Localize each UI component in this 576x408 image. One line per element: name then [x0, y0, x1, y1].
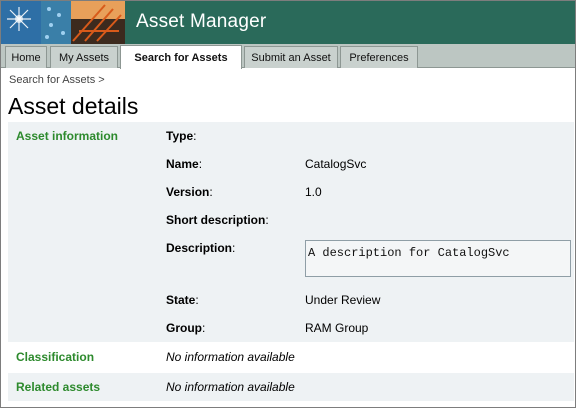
- breadcrumb-link-search-for-assets[interactable]: Search for Assets: [9, 74, 95, 86]
- classification-panel: Classification No information available: [8, 345, 574, 370]
- tab-home-label: Home: [11, 51, 41, 64]
- app-header: Asset Manager: [1, 1, 575, 44]
- state-label: State:: [166, 293, 199, 307]
- breadcrumb: Search for Assets >: [9, 74, 105, 86]
- group-label: Group:: [166, 321, 206, 335]
- tab-submit-an-asset[interactable]: Submit an Asset: [244, 46, 338, 68]
- related-assets-panel: Related assets No information available: [8, 373, 574, 401]
- tab-submit-an-asset-label: Submit an Asset: [251, 51, 331, 64]
- breadcrumb-separator: >: [98, 74, 105, 86]
- version-label: Version:: [166, 185, 213, 199]
- tab-search-for-assets-label: Search for Assets: [134, 51, 228, 64]
- main-nav: Home My Assets Search for Assets Submit …: [1, 44, 575, 69]
- description-label: Description:: [166, 241, 236, 255]
- tab-my-assets-label: My Assets: [58, 51, 110, 64]
- tab-preferences-label: Preferences: [349, 51, 409, 64]
- related-assets-value: No information available: [166, 380, 295, 394]
- type-label: Type:: [166, 129, 197, 143]
- classification-heading: Classification: [16, 350, 95, 364]
- tab-preferences[interactable]: Preferences: [340, 46, 418, 68]
- asset-information-panel: Asset information Type: Name: CatalogSvc…: [8, 122, 574, 342]
- short-description-label: Short description:: [166, 213, 269, 227]
- state-value: Under Review: [305, 293, 381, 307]
- tab-search-for-assets[interactable]: Search for Assets: [120, 45, 242, 69]
- tab-home[interactable]: Home: [5, 46, 47, 68]
- name-label: Name:: [166, 157, 203, 171]
- logo-image: [1, 1, 125, 44]
- classification-value: No information available: [166, 350, 295, 364]
- app-title: Asset Manager: [136, 11, 267, 32]
- name-value: CatalogSvc: [305, 157, 367, 171]
- page-title: Asset details: [8, 93, 139, 119]
- group-value: RAM Group: [305, 321, 369, 335]
- related-assets-heading: Related assets: [16, 380, 101, 394]
- asset-information-heading: Asset information: [16, 129, 119, 143]
- tab-my-assets[interactable]: My Assets: [50, 46, 118, 68]
- version-value: 1.0: [305, 185, 322, 199]
- description-textarea[interactable]: A description for CatalogSvc: [305, 240, 571, 277]
